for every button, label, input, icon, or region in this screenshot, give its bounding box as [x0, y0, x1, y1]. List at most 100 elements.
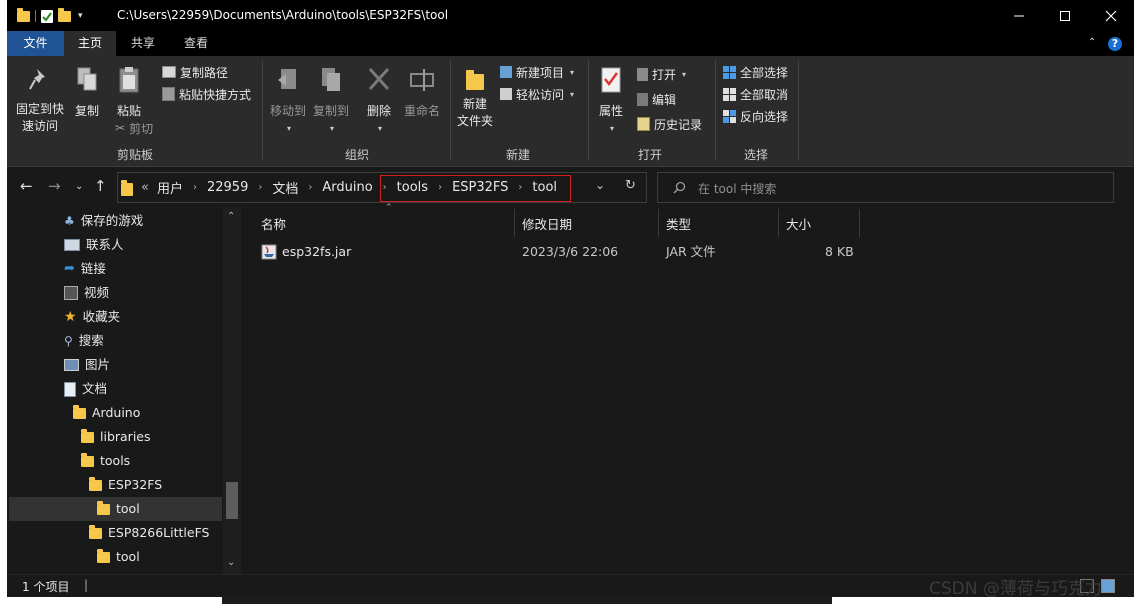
large-icons-view-icon[interactable]	[1101, 579, 1115, 593]
cut-label: 剪切	[129, 121, 154, 136]
refresh-icon[interactable]: ↻	[625, 178, 636, 193]
crumb-user[interactable]: 22959	[207, 180, 248, 195]
easy-access-button[interactable]: 轻松访问 ▾	[500, 84, 574, 104]
nav-item-label: 联系人	[86, 237, 124, 252]
crumb-arduino[interactable]: Arduino	[322, 180, 372, 195]
open-button[interactable]: 打开 ▾	[637, 64, 686, 84]
divider	[798, 60, 799, 160]
history-button[interactable]: 历史记录	[637, 114, 702, 134]
nav-item-videos[interactable]: 视频	[64, 281, 109, 305]
scroll-down-chevron-icon[interactable]: ⌄	[227, 557, 235, 568]
help-icon[interactable]: ?	[1108, 37, 1122, 51]
tab-file[interactable]: 文件	[7, 31, 64, 56]
edit-button[interactable]: 编辑	[637, 89, 676, 109]
column-header-date[interactable]: 修改日期	[522, 213, 572, 237]
nav-item-contacts[interactable]: 联系人	[64, 233, 124, 257]
close-button[interactable]	[1088, 0, 1134, 31]
address-bar[interactable]: « 用户 › 22959 › 文档 › Arduino › tools › ES…	[117, 172, 647, 203]
search-box[interactable]: 在 tool 中搜索	[657, 172, 1114, 203]
rename-button[interactable]: 重命名	[401, 66, 443, 120]
nav-item-pictures[interactable]: 图片	[64, 353, 110, 377]
nav-item-arduino[interactable]: Arduino	[73, 401, 140, 425]
up-arrow-icon[interactable]: ↑	[94, 177, 107, 195]
nav-item-label: ESP8266LittleFS	[108, 525, 210, 540]
history-label: 历史记录	[654, 117, 703, 132]
crumb-chevron-icon[interactable]: ›	[308, 182, 312, 193]
new-item-button[interactable]: 新建项目 ▾	[500, 62, 574, 82]
address-history-chevron-down-icon[interactable]: ⌄	[595, 178, 605, 192]
nav-item-tools[interactable]: tools	[81, 449, 130, 473]
copy-path-icon	[162, 66, 176, 78]
tab-view[interactable]: 查看	[171, 31, 221, 56]
back-arrow-icon[interactable]: ←	[20, 177, 33, 195]
column-header-name[interactable]: 名称	[261, 213, 286, 237]
minimize-button[interactable]	[996, 0, 1042, 31]
nav-item-search[interactable]: ⚲ 搜索	[64, 329, 104, 353]
nav-item-esp32fs[interactable]: ESP32FS	[89, 473, 162, 497]
select-all-button[interactable]: 全部选择	[723, 62, 788, 82]
paste-shortcut-label: 粘贴快捷方式	[179, 87, 252, 102]
nav-item-label: 文档	[82, 381, 108, 396]
nav-item-esp8266littlefs[interactable]: ESP8266LittleFS	[89, 521, 210, 545]
search-placeholder: 在 tool 中搜索	[698, 182, 777, 196]
nav-item-tool-selected[interactable]: tool	[97, 497, 140, 521]
table-row[interactable]: esp32fs.jar 2023/3/6 22:06 JAR 文件 8 KB	[255, 240, 855, 264]
crumb-users[interactable]: 用户	[157, 178, 183, 197]
properties-button[interactable]: 属性 ▾	[593, 66, 629, 137]
crumb-chevron-icon[interactable]: ›	[258, 182, 262, 193]
properties-qat-icon[interactable]	[41, 9, 53, 23]
invert-selection-button[interactable]: 反向选择	[723, 106, 788, 126]
divider[interactable]	[778, 209, 779, 237]
copy-to-button[interactable]: 复制到 ▾	[311, 66, 351, 137]
move-to-button[interactable]: 移动到 ▾	[269, 66, 307, 137]
crumb-chevron-icon[interactable]: ›	[193, 182, 197, 193]
qat-dropdown-icon[interactable]: ▾	[78, 11, 83, 21]
nav-item-saved-games[interactable]: ♣ 保存的游戏	[64, 209, 143, 233]
select-all-label: 全部选择	[740, 65, 789, 80]
tab-share[interactable]: 共享	[118, 31, 168, 56]
collapse-ribbon-icon[interactable]: ⌃	[1088, 37, 1096, 48]
divider[interactable]	[514, 209, 515, 237]
divider[interactable]	[859, 209, 860, 237]
nav-item-documents[interactable]: 文档	[64, 377, 107, 401]
open-label: 打开	[652, 67, 677, 82]
scrollbar-thumb[interactable]	[226, 482, 238, 519]
new-folder-qat-icon[interactable]	[58, 7, 71, 22]
forward-arrow-icon[interactable]: →	[48, 177, 61, 195]
column-header-type[interactable]: 类型	[666, 213, 691, 237]
column-header-size[interactable]: 大小	[786, 213, 811, 237]
address-row: ← → ⌄ ↑ « 用户 › 22959 › 文档 › Arduino › to…	[7, 167, 1134, 207]
overflow-chevron[interactable]: «	[141, 180, 149, 195]
folder-icon	[17, 7, 30, 22]
rename-icon	[410, 69, 434, 91]
nav-item-libraries[interactable]: libraries	[81, 425, 151, 449]
pin-quick-access-button[interactable]: 固定到快 速访问	[12, 66, 68, 135]
open-group-label: 打开	[637, 148, 662, 162]
scroll-up-chevron-icon[interactable]: ⌃	[227, 211, 235, 222]
paste-shortcut-button[interactable]: 粘贴快捷方式	[162, 84, 251, 104]
cut-button[interactable]: ✂ 剪切	[115, 118, 153, 138]
nav-item-tool[interactable]: tool	[97, 545, 140, 569]
paste-button[interactable]: 粘贴	[111, 66, 147, 120]
select-none-button[interactable]: 全部取消	[723, 84, 788, 104]
clipboard-group-label: 剪贴板	[116, 148, 153, 162]
delete-button[interactable]: 删除 ▾	[361, 66, 397, 137]
tab-home[interactable]: 主页	[64, 31, 116, 56]
copy-label: 复制	[74, 104, 99, 118]
new-item-icon	[500, 66, 512, 78]
new-group-label: 新建	[505, 148, 530, 162]
copy-button[interactable]: 复制	[69, 66, 105, 120]
copy-path-label: 复制路径	[180, 65, 229, 80]
nav-scrollbar[interactable]: ⌃ ⌄	[223, 207, 241, 574]
copy-path-button[interactable]: 复制路径	[162, 62, 228, 82]
divider[interactable]	[658, 209, 659, 237]
history-icon	[637, 117, 650, 131]
crumb-documents[interactable]: 文档	[272, 178, 298, 197]
sort-chevron-up-icon: ⌃	[385, 203, 393, 213]
divider	[715, 60, 716, 160]
recent-chevron-down-icon[interactable]: ⌄	[75, 181, 83, 192]
nav-item-favorites[interactable]: ★ 收藏夹	[64, 305, 120, 329]
new-folder-button[interactable]: 新建 文件夹	[454, 66, 496, 130]
maximize-button[interactable]	[1042, 0, 1088, 31]
nav-item-links[interactable]: ➦ 链接	[64, 257, 106, 281]
